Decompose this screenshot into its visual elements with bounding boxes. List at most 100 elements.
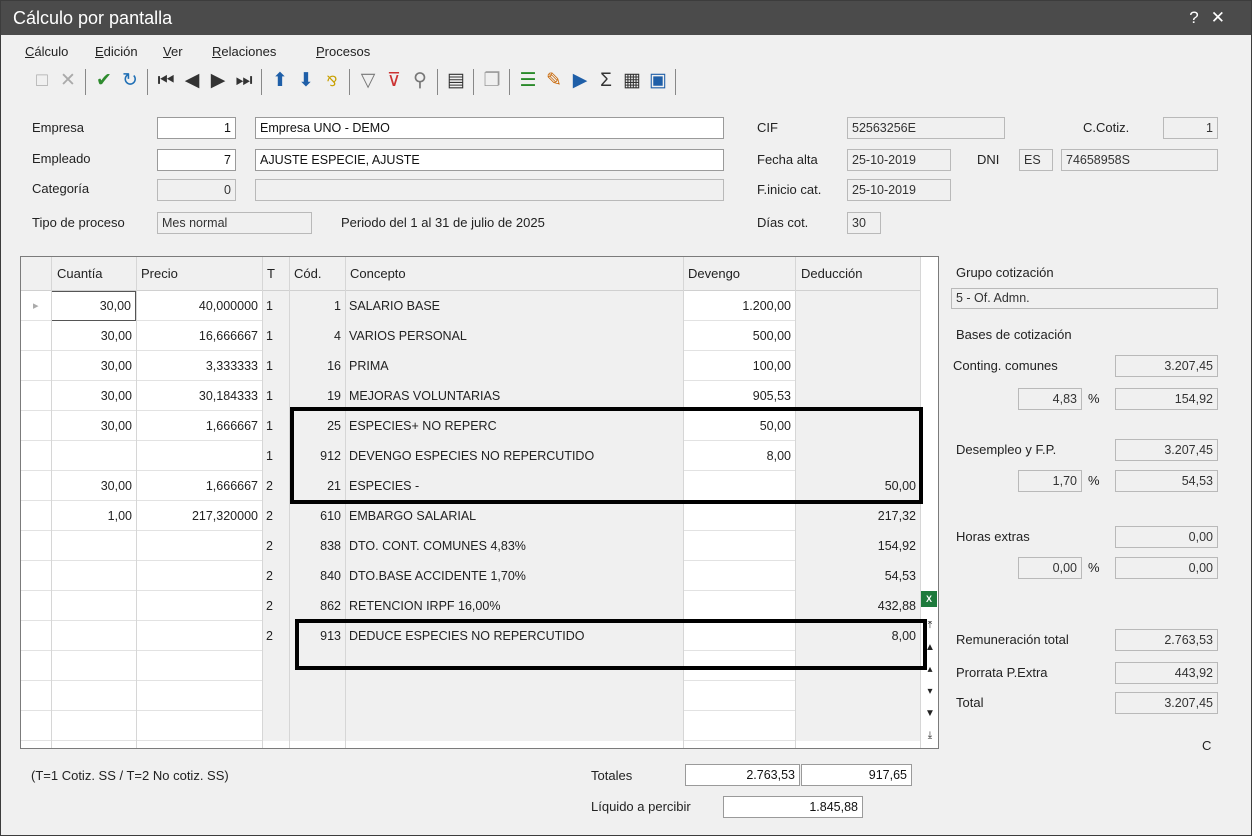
precio-cell[interactable]: 1,666667: [136, 411, 262, 441]
t-cell[interactable]: [262, 711, 289, 741]
row-indicator[interactable]: [21, 501, 51, 531]
deduccion-cell[interactable]: 432,88: [795, 591, 920, 621]
row-indicator[interactable]: [21, 351, 51, 381]
cuantia-cell[interactable]: 30,00: [51, 471, 136, 501]
cuantia-cell[interactable]: 30,00: [51, 351, 136, 381]
first-record-icon[interactable]: ⏮: [155, 69, 177, 93]
row-indicator[interactable]: [21, 531, 51, 561]
col-deduccion[interactable]: Deducción: [797, 257, 862, 291]
move-down-icon[interactable]: ⬇: [295, 69, 317, 93]
concepto-cell[interactable]: [345, 681, 683, 711]
sort-icon[interactable]: ⅋: [321, 69, 343, 93]
row-indicator[interactable]: [21, 321, 51, 351]
cuantia-cell[interactable]: [51, 621, 136, 651]
cuantia-cell[interactable]: 30,00: [51, 411, 136, 441]
t-cell[interactable]: 2: [262, 621, 289, 651]
cod-cell[interactable]: 610: [289, 501, 345, 531]
concepto-cell[interactable]: DTO. CONT. COMUNES 4,83%: [345, 531, 683, 561]
precio-cell[interactable]: [136, 441, 262, 471]
devengo-cell[interactable]: [683, 501, 795, 531]
col-concepto[interactable]: Concepto: [346, 257, 406, 291]
deduccion-cell[interactable]: 54,53: [795, 561, 920, 591]
cuantia-cell[interactable]: 30,00: [51, 291, 136, 321]
precio-cell[interactable]: 3,333333: [136, 351, 262, 381]
table-row[interactable]: 2 838 DTO. CONT. COMUNES 4,83% 154,92: [21, 531, 921, 561]
devengo-cell[interactable]: [683, 681, 795, 711]
search-icon[interactable]: ⚲: [409, 69, 431, 93]
cuantia-cell[interactable]: [51, 531, 136, 561]
t-cell[interactable]: 2: [262, 591, 289, 621]
t-cell[interactable]: [262, 681, 289, 711]
t-cell[interactable]: 2: [262, 471, 289, 501]
precio-cell[interactable]: [136, 621, 262, 651]
help-button[interactable]: ?: [1189, 8, 1210, 27]
precio-cell[interactable]: 30,184333: [136, 381, 262, 411]
excel-export-icon[interactable]: X: [921, 591, 937, 607]
cod-cell[interactable]: 862: [289, 591, 345, 621]
devengo-cell[interactable]: [683, 711, 795, 741]
move-up-icon[interactable]: ⬆: [269, 69, 291, 93]
cod-cell[interactable]: 16: [289, 351, 345, 381]
deduccion-cell[interactable]: 217,32: [795, 501, 920, 531]
t-cell[interactable]: 1: [262, 441, 289, 471]
deduccion-cell[interactable]: [795, 291, 920, 321]
cuantia-cell[interactable]: [51, 681, 136, 711]
cuantia-cell[interactable]: [51, 711, 136, 741]
cod-cell[interactable]: [289, 711, 345, 741]
table-row[interactable]: 2 840 DTO.BASE ACCIDENTE 1,70% 54,53: [21, 561, 921, 591]
deduccion-cell[interactable]: [795, 681, 920, 711]
menu-ver[interactable]: Ver: [163, 44, 183, 59]
cod-cell[interactable]: 838: [289, 531, 345, 561]
table-row[interactable]: 1,00 217,320000 2 610 EMBARGO SALARIAL 217,32: [21, 501, 921, 531]
empleado-code-field[interactable]: 7: [157, 149, 236, 171]
precio-cell[interactable]: [136, 591, 262, 621]
new-icon[interactable]: □: [31, 69, 53, 93]
menu-relaciones[interactable]: Relaciones: [212, 44, 276, 59]
devengo-cell[interactable]: [683, 591, 795, 621]
t-cell[interactable]: 2: [262, 561, 289, 591]
menu-edicion[interactable]: Edición: [95, 44, 138, 59]
grid-scrollbar[interactable]: ⤒ ▲ ▴ ▾ ▼ ⤓: [921, 257, 938, 748]
row-indicator[interactable]: [21, 471, 51, 501]
row-indicator[interactable]: [21, 681, 51, 711]
col-t[interactable]: T: [263, 257, 275, 291]
t-cell[interactable]: 2: [262, 531, 289, 561]
table-row[interactable]: 2 862 RETENCION IRPF 16,00% 432,88: [21, 591, 921, 621]
menu-calculo[interactable]: Cálculo: [25, 44, 68, 59]
t-cell[interactable]: 1: [262, 351, 289, 381]
row-indicator[interactable]: [21, 591, 51, 621]
cuantia-cell[interactable]: [51, 441, 136, 471]
precio-cell[interactable]: [136, 531, 262, 561]
menu-procesos[interactable]: Procesos: [316, 44, 370, 59]
precio-cell[interactable]: 1,666667: [136, 471, 262, 501]
prev-record-icon[interactable]: ◀: [181, 69, 203, 93]
col-cod[interactable]: Cód.: [290, 257, 321, 291]
list-icon[interactable]: ☰: [517, 69, 539, 93]
precio-cell[interactable]: 217,320000: [136, 501, 262, 531]
run-icon[interactable]: ▶: [569, 69, 591, 93]
preview-icon[interactable]: ▣: [647, 69, 669, 93]
copy-icon[interactable]: ❐: [481, 69, 503, 93]
delete-icon[interactable]: ✕: [57, 69, 79, 93]
edit-icon[interactable]: ✎: [543, 69, 565, 93]
table-row[interactable]: 30,00 16,666667 1 4 VARIOS PERSONAL 500,00: [21, 321, 921, 351]
deduccion-cell[interactable]: [795, 711, 920, 741]
table-row[interactable]: [21, 681, 921, 711]
empresa-code-field[interactable]: 1: [157, 117, 236, 139]
cod-cell[interactable]: [289, 681, 345, 711]
row-indicator[interactable]: [21, 651, 51, 681]
concepto-cell[interactable]: RETENCION IRPF 16,00%: [345, 591, 683, 621]
cod-cell[interactable]: 4: [289, 321, 345, 351]
concepto-cell[interactable]: DTO.BASE ACCIDENTE 1,70%: [345, 561, 683, 591]
precio-cell[interactable]: 40,000000: [136, 291, 262, 321]
col-devengo[interactable]: Devengo: [684, 257, 740, 291]
concepto-cell[interactable]: PRIMA: [345, 351, 683, 381]
empresa-name-field[interactable]: Empresa UNO - DEMO: [255, 117, 724, 139]
t-cell[interactable]: 1: [262, 321, 289, 351]
devengo-cell[interactable]: [683, 561, 795, 591]
close-button[interactable]: ✕: [1211, 8, 1237, 27]
row-indicator[interactable]: [21, 561, 51, 591]
devengo-cell[interactable]: [683, 531, 795, 561]
t-cell[interactable]: 1: [262, 291, 289, 321]
row-indicator[interactable]: [21, 621, 51, 651]
